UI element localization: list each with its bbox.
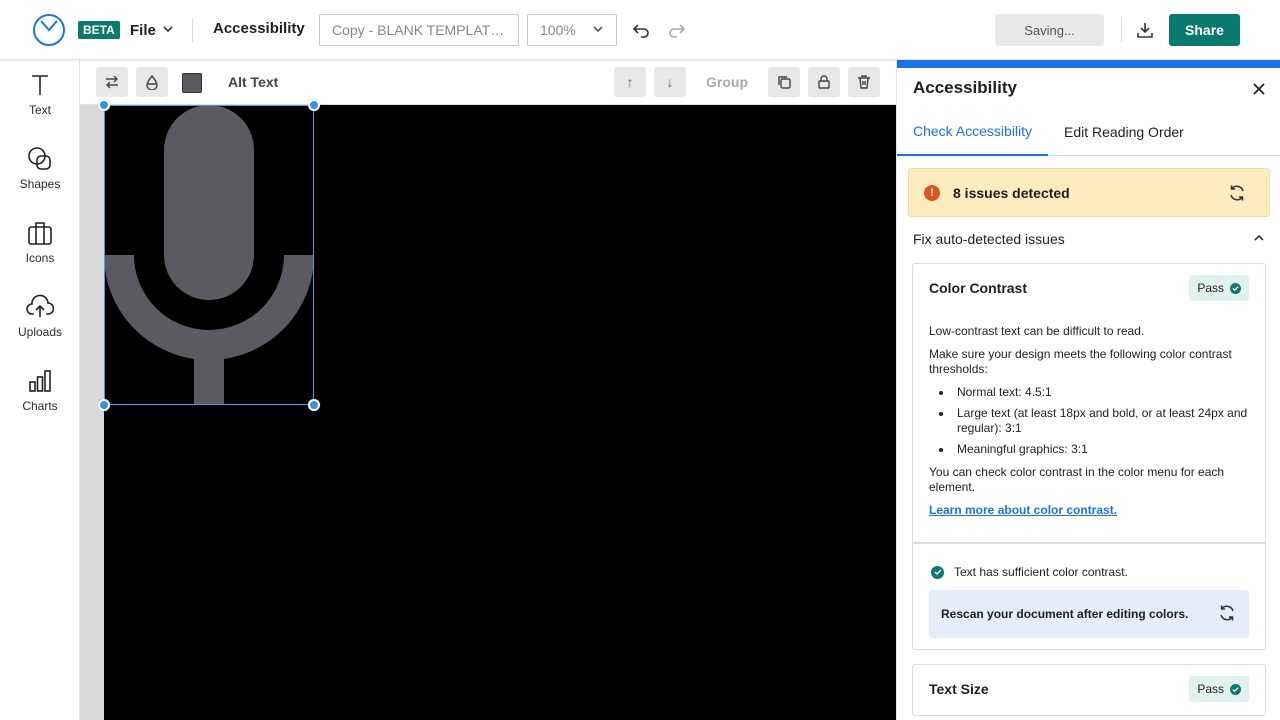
- panel-tabs: Check Accessibility Edit Reading Order: [897, 108, 1280, 156]
- panel-title: Accessibility: [913, 78, 1017, 97]
- sidebar-item-label: Text: [28, 103, 51, 117]
- contrast-intro: Low-contrast text can be difficult to re…: [929, 324, 1145, 338]
- issues-count: 8 issues detected: [953, 185, 1070, 201]
- divider: [913, 542, 1265, 544]
- list-item: Meaningful graphics: 3:1: [953, 442, 1251, 457]
- list-item: Large text (at least 18px and bold, or a…: [953, 406, 1251, 436]
- sidebar-item-label: Shapes: [19, 177, 61, 191]
- color-swatch[interactable]: [182, 73, 202, 93]
- chevron-down-icon: [592, 22, 604, 38]
- fix-issues-toggle[interactable]: Fix auto-detected issues: [913, 228, 1265, 250]
- text-icon: [25, 70, 55, 100]
- status-label: Pass: [1197, 682, 1224, 696]
- saving-status: Saving...: [995, 14, 1104, 46]
- icons-icon: [25, 218, 55, 248]
- issues-banner: ! 8 issues detected: [908, 168, 1270, 217]
- group-button[interactable]: Group: [706, 74, 748, 90]
- refresh-icon[interactable]: [1217, 603, 1237, 626]
- redo-icon[interactable]: [666, 19, 688, 41]
- check-circle-icon: [1230, 683, 1241, 695]
- check-circle-icon: [931, 565, 944, 579]
- swap-icon[interactable]: [96, 67, 128, 97]
- rescan-text: Rescan your document after editing color…: [941, 607, 1189, 621]
- chevron-down-icon: [162, 22, 174, 39]
- color-contrast-card: Color Contrast Pass Low-contrast text ca…: [912, 263, 1266, 650]
- undo-icon[interactable]: [630, 19, 652, 41]
- divider: [1121, 18, 1122, 42]
- divider: [192, 18, 193, 42]
- text-size-card: Text Size Pass: [912, 664, 1266, 716]
- sidebar-item-label: Charts: [22, 399, 58, 413]
- sidebar-item-charts[interactable]: Charts: [0, 366, 80, 430]
- shapes-icon: [25, 144, 55, 174]
- lock-icon[interactable]: [808, 67, 840, 97]
- fix-issues-label: Fix auto-detected issues: [913, 231, 1065, 247]
- contrast-hint: You can check color contrast in the colo…: [929, 465, 1225, 494]
- zoom-value: 100%: [540, 22, 576, 38]
- file-menu-button[interactable]: File: [130, 18, 174, 42]
- list-item: Normal text: 4.5:1: [953, 385, 1251, 400]
- contrast-result: Text has sufficient color contrast.: [931, 565, 1128, 579]
- contrast-make-sure: Make sure your design meets the followin…: [929, 347, 1232, 376]
- left-sidebar: Text Shapes Icons Uploads Charts: [0, 60, 80, 720]
- sidebar-item-label: Icons: [25, 251, 55, 265]
- resize-handle-bottom-left[interactable]: [98, 399, 110, 411]
- sidebar-item-uploads[interactable]: Uploads: [0, 292, 80, 356]
- card-title: Text Size: [929, 681, 989, 697]
- share-button[interactable]: Share: [1169, 14, 1240, 46]
- rescan-notice: Rescan your document after editing color…: [929, 590, 1249, 638]
- warning-icon: !: [924, 185, 940, 201]
- close-icon[interactable]: [1249, 79, 1269, 99]
- sidebar-item-label: Uploads: [17, 325, 63, 339]
- sidebar-item-icons[interactable]: Icons: [0, 218, 80, 282]
- move-up-button[interactable]: ↑: [614, 67, 646, 97]
- app-logo-icon[interactable]: [32, 13, 66, 47]
- card-title: Color Contrast: [929, 280, 1027, 296]
- beta-badge: BETA: [78, 21, 120, 39]
- tab-edit-reading-order[interactable]: Edit Reading Order: [1048, 108, 1200, 156]
- alt-text-button[interactable]: Alt Text: [228, 74, 278, 90]
- tab-check-accessibility[interactable]: Check Accessibility: [897, 108, 1049, 156]
- fill-drop-icon[interactable]: [136, 67, 168, 97]
- chevron-up-icon: [1253, 231, 1265, 247]
- sidebar-item-shapes[interactable]: Shapes: [0, 144, 80, 208]
- refresh-icon[interactable]: [1227, 183, 1247, 203]
- top-bar: BETA File Accessibility 100% Saving... S…: [0, 0, 1280, 60]
- trash-icon[interactable]: [848, 67, 880, 97]
- selection-box[interactable]: [104, 105, 314, 405]
- status-badge: Pass: [1189, 275, 1249, 301]
- status-badge: Pass: [1189, 676, 1249, 702]
- contrast-result-text: Text has sufficient color contrast.: [954, 565, 1128, 579]
- card-body: Low-contrast text can be difficult to re…: [929, 324, 1251, 518]
- check-circle-icon: [1230, 282, 1241, 294]
- element-toolbar: Alt Text ↑ ↓ Group: [80, 60, 896, 105]
- status-label: Pass: [1197, 281, 1224, 295]
- file-menu-label: File: [130, 21, 156, 39]
- sidebar-item-text[interactable]: Text: [0, 70, 80, 134]
- document-name-input[interactable]: [319, 14, 519, 46]
- charts-icon: [25, 366, 55, 396]
- download-icon[interactable]: [1134, 19, 1156, 41]
- duplicate-icon[interactable]: [768, 67, 800, 97]
- accessibility-panel: Accessibility Check Accessibility Edit R…: [896, 60, 1280, 720]
- section-title: Accessibility: [213, 20, 305, 37]
- move-down-button[interactable]: ↓: [654, 67, 686, 97]
- resize-handle-top-right[interactable]: [308, 99, 320, 111]
- resize-handle-bottom-right[interactable]: [308, 399, 320, 411]
- upload-icon: [25, 292, 55, 322]
- panel-accent-bar: [897, 60, 1280, 68]
- resize-handle-top-left[interactable]: [98, 99, 110, 111]
- learn-more-link[interactable]: Learn more about color contrast.: [929, 503, 1117, 517]
- zoom-select[interactable]: 100%: [527, 14, 617, 46]
- threshold-list: Normal text: 4.5:1 Large text (at least …: [953, 385, 1251, 457]
